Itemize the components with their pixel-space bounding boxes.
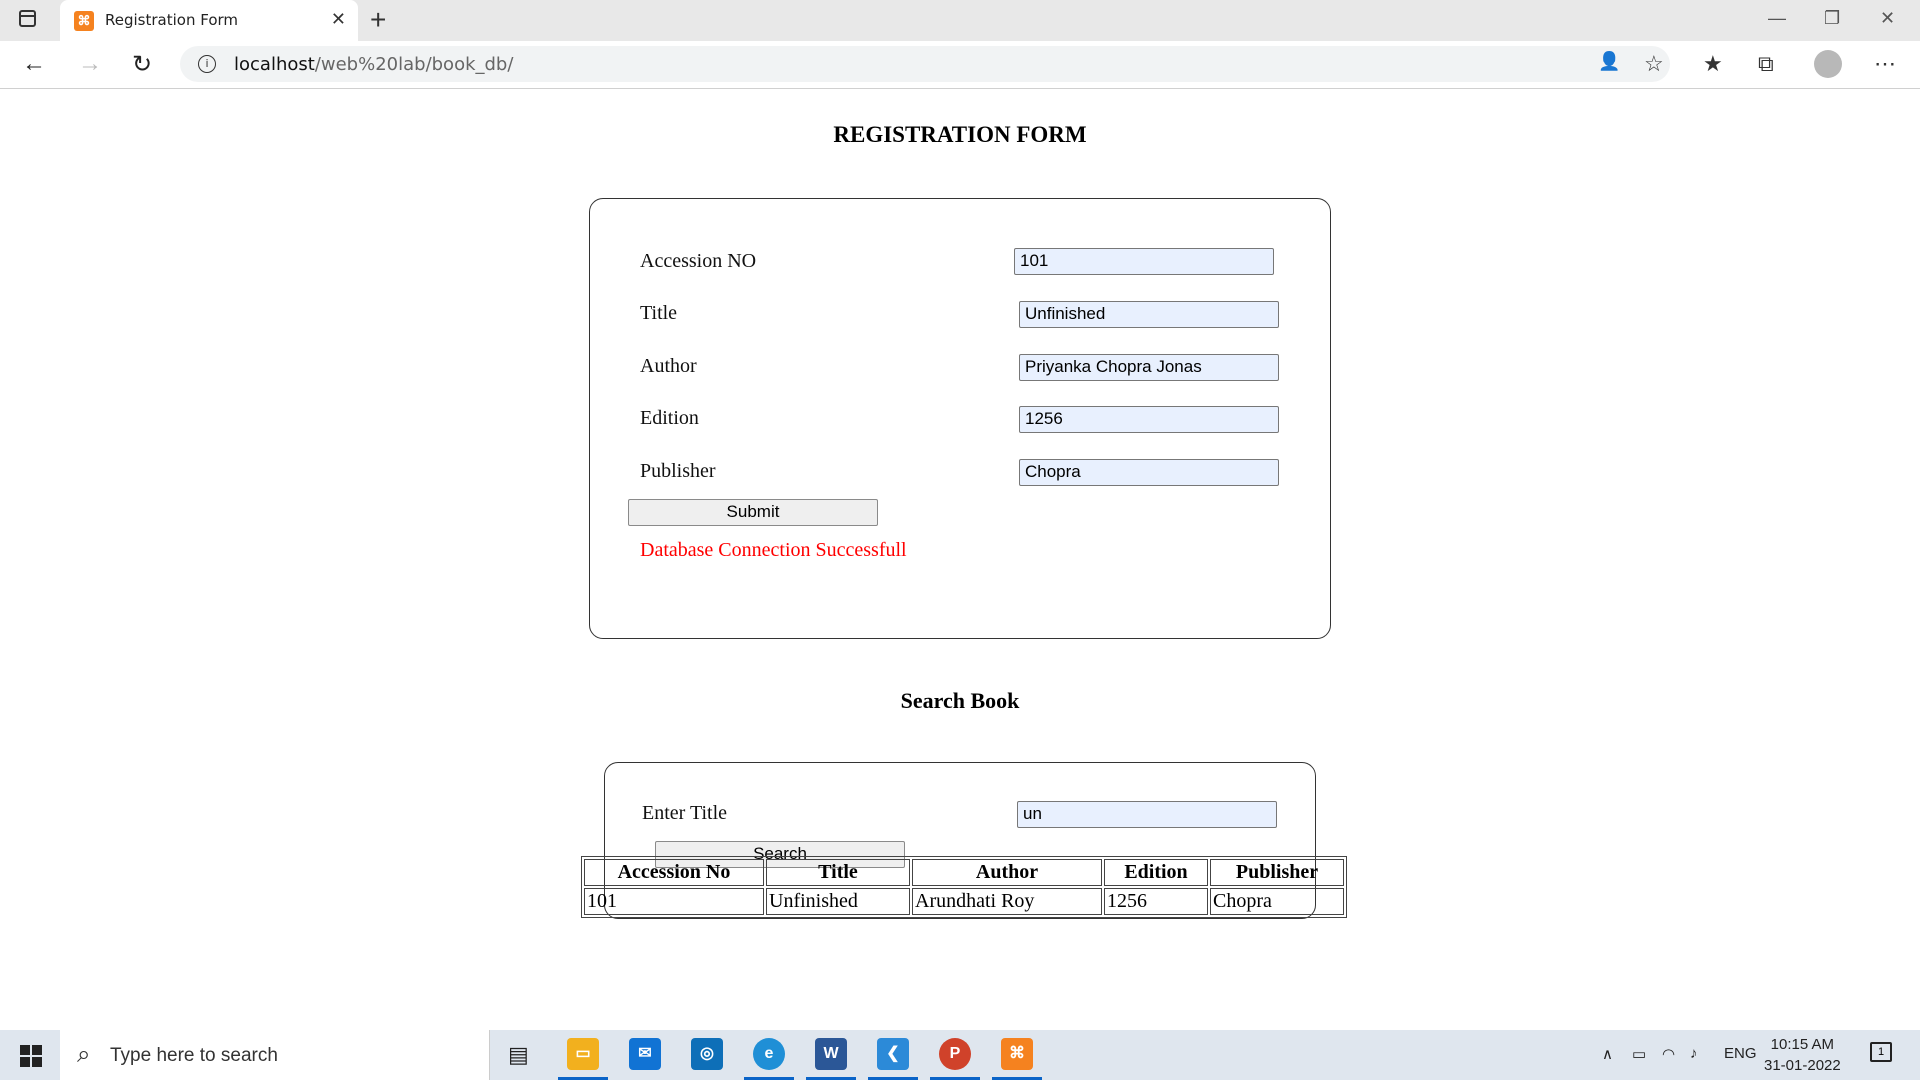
edition-label: Edition [640,407,699,429]
submit-button[interactable]: Submit [628,499,878,526]
author-input[interactable]: Priyanka Chopra Jonas [1019,354,1279,381]
mail-icon[interactable]: ✉ [629,1038,661,1070]
table-cell: 101 [584,888,764,915]
results-table: Accession No Title Author Edition Publis… [581,856,1347,918]
registration-heading: REGISTRATION FORM [833,122,1087,147]
column-header: Edition [1104,859,1208,886]
windows-taskbar: ⌕ Type here to search ▤ ▭ ✉ ◎ e W ❮ P ⌘ … [0,1030,1920,1080]
edition-input[interactable]: 1256 [1019,406,1279,433]
restore-icon[interactable]: ❐ [1824,8,1840,29]
search-title-input[interactable]: un [1017,801,1277,828]
volume-icon[interactable]: ♪ [1690,1045,1698,1062]
forward-arrow-icon[interactable]: → [78,50,102,78]
notification-center-icon[interactable]: 1 [1870,1042,1892,1062]
table-cell: Chopra [1210,888,1344,915]
tab-close-icon[interactable]: ✕ [331,9,346,30]
back-arrow-icon[interactable]: ← [22,50,46,78]
vscode-icon[interactable]: ❮ [877,1038,909,1070]
notification-count: 1 [1877,1046,1885,1058]
add-favorite-icon[interactable]: ☆ [1644,51,1664,77]
xampp-favicon-icon: ⌘ [74,11,94,31]
table-cell: 1256 [1104,888,1208,915]
new-tab-icon[interactable]: + [370,4,386,36]
store-app-icon[interactable]: ◎ [691,1038,723,1070]
edge-browser-icon[interactable]: e [753,1038,785,1070]
column-header: Accession No [584,859,764,886]
table-cell: Arundhati Roy [912,888,1102,915]
clock[interactable]: 10:15 AM 31-01-2022 [1764,1034,1841,1076]
battery-icon[interactable]: ▭ [1632,1045,1646,1063]
title-input[interactable]: Unfinished [1019,301,1279,328]
accession-input[interactable]: 101 [1014,248,1274,275]
search-icon: ⌕ [77,1041,91,1068]
status-message: Database Connection Successfull [640,539,907,561]
title-label: Title [640,302,678,324]
account-sync-icon[interactable]: 👤 [1598,51,1620,72]
table-cell: Unfinished [766,888,910,915]
browser-tab[interactable]: ⌘ Registration Form ✕ [60,0,358,41]
collections-icon[interactable]: ⧉ [1758,51,1774,77]
table-header-row: Accession No Title Author Edition Publis… [584,859,1344,886]
address-bar: ← → ↻ i localhost/web%20lab/book_db/ 👤 ☆… [0,41,1920,89]
windows-start-icon[interactable] [20,1045,42,1067]
language-indicator[interactable]: ENG [1724,1045,1757,1062]
profile-avatar[interactable] [1814,50,1842,78]
tab-actions-icon[interactable] [19,10,36,27]
word-icon[interactable]: W [815,1038,847,1070]
wifi-icon[interactable]: ◠ [1662,1045,1675,1063]
powerpoint-icon[interactable]: P [939,1038,971,1070]
url-text[interactable]: localhost/web%20lab/book_db/ [234,54,513,75]
tab-title: Registration Form [105,11,239,29]
xampp-icon[interactable]: ⌘ [1001,1038,1033,1070]
url-field[interactable]: i localhost/web%20lab/book_db/ [180,46,1670,82]
more-menu-icon[interactable]: ⋯ [1874,51,1896,77]
table-row: 101 Unfinished Arundhati Roy 1256 Chopra [584,888,1344,915]
clock-time: 10:15 AM [1770,1036,1835,1053]
enter-title-label: Enter Title [642,802,728,824]
site-info-icon[interactable]: i [198,55,216,73]
search-heading: Search Book [900,688,1020,713]
task-view-icon[interactable]: ▤ [508,1042,529,1068]
taskbar-search-placeholder: Type here to search [110,1045,278,1066]
column-header: Author [912,859,1102,886]
publisher-input[interactable]: Chopra [1019,459,1279,486]
publisher-label: Publisher [640,460,716,482]
refresh-icon[interactable]: ↻ [132,50,152,79]
window-close-icon[interactable]: ✕ [1880,8,1895,29]
column-header: Title [766,859,910,886]
file-explorer-icon[interactable]: ▭ [567,1038,599,1070]
author-label: Author [640,355,697,377]
clock-date: 31-01-2022 [1764,1057,1841,1074]
column-header: Publisher [1210,859,1344,886]
browser-tab-bar: ⌘ Registration Form ✕ + — ❐ ✕ [0,0,1920,41]
accession-label: Accession NO [640,250,757,272]
favorites-icon[interactable]: ★ [1703,51,1723,77]
taskbar-search-box[interactable]: ⌕ Type here to search [60,1030,490,1080]
minimize-icon[interactable]: — [1768,8,1786,29]
tray-chevron-up-icon[interactable]: ∧ [1602,1045,1613,1063]
